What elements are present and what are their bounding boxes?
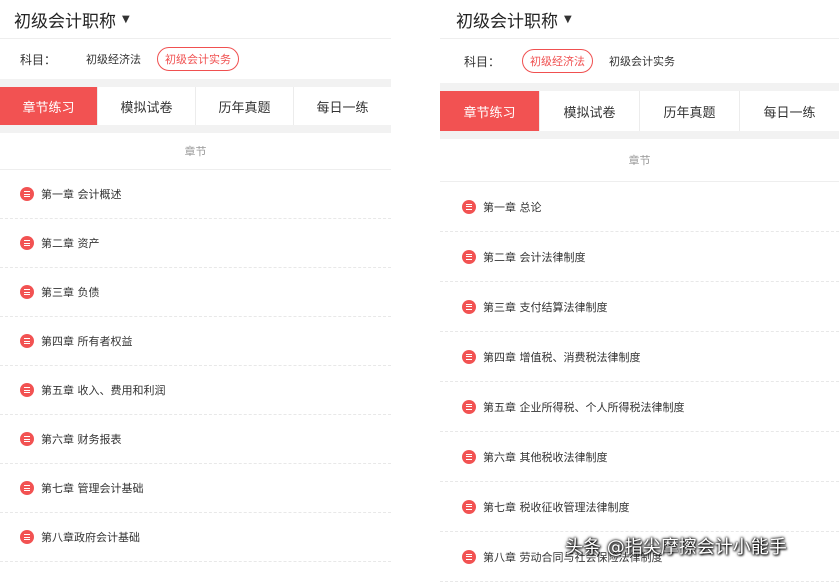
- list-icon: [462, 449, 476, 464]
- chapter-item[interactable]: 第四章 增值税、消费税法律制度: [440, 332, 839, 382]
- list-icon: [462, 499, 476, 514]
- list-icon: [20, 481, 34, 495]
- chapter-item[interactable]: 第三章 支付结算法律制度: [440, 282, 839, 332]
- subject-chip-economic-law[interactable]: 初级经济法: [78, 47, 149, 71]
- chapter-title: 第七章 管理会计基础: [41, 482, 144, 495]
- subject-chip-economic-law[interactable]: 初级经济法: [522, 49, 594, 73]
- subject-label: 科目：: [464, 54, 501, 69]
- caret-down-icon[interactable]: ▼: [122, 14, 130, 25]
- list-icon: [20, 187, 34, 201]
- tab-past-papers[interactable]: 历年真题: [640, 91, 740, 131]
- list-icon: [20, 432, 34, 446]
- chapter-item[interactable]: 第三章 负债: [0, 268, 391, 317]
- app-header: 初级会计职称 ▼: [0, 0, 391, 39]
- list-icon: [20, 334, 34, 348]
- chapter-title: 第一章 会计概述: [41, 188, 122, 201]
- chapter-item[interactable]: 第一章 会计概述: [0, 170, 391, 219]
- subject-chip-accounting-practice[interactable]: 初级会计实务: [601, 49, 683, 73]
- chapter-title: 第四章 增值税、消费税法律制度: [483, 350, 641, 364]
- chapter-title: 第二章 会计法律制度: [483, 250, 586, 264]
- chapter-item[interactable]: 第八章政府会计基础: [0, 513, 391, 562]
- section-header: 章节: [440, 139, 839, 182]
- tab-mock-exam[interactable]: 模拟试卷: [98, 87, 196, 125]
- chapter-item[interactable]: 第五章 收入、费用和利润: [0, 366, 391, 415]
- list-icon: [20, 530, 34, 544]
- chapter-title: 第五章 收入、费用和利润: [41, 384, 166, 397]
- list-icon: [462, 299, 476, 314]
- separator: [0, 125, 391, 133]
- list-icon: [462, 399, 476, 414]
- chapter-item[interactable]: 第七章 管理会计基础: [0, 464, 391, 513]
- chapter-title: 第三章 负债: [41, 286, 100, 299]
- chapter-item[interactable]: 第六章 其他税收法律制度: [440, 432, 839, 482]
- subject-selector: 科目： 初级经济法 初级会计实务: [440, 39, 839, 83]
- separator: [440, 83, 839, 91]
- chapter-item[interactable]: 第二章 会计法律制度: [440, 232, 839, 282]
- tab-past-papers[interactable]: 历年真题: [196, 87, 294, 125]
- subject-label: 科目：: [20, 52, 57, 67]
- exam-title[interactable]: 初级会计职称: [14, 7, 116, 32]
- tab-daily-practice[interactable]: 每日一练: [294, 87, 391, 125]
- separator: [440, 131, 839, 139]
- chapter-list: 第一章 总论 第二章 会计法律制度 第三章 支付结算法律制度 第四章 增值税、消…: [440, 182, 839, 582]
- subject-selector: 科目： 初级经济法 初级会计实务: [0, 39, 391, 79]
- chapter-title: 第二章 资产: [41, 237, 100, 250]
- separator: [0, 79, 391, 87]
- chapter-item[interactable]: 第七章 税收征收管理法律制度: [440, 482, 839, 532]
- right-panel: 初级会计职称 ▼ 科目： 初级经济法 初级会计实务 章节练习 模拟试卷 历年真题…: [440, 0, 839, 582]
- list-icon: [20, 236, 34, 250]
- chapter-item[interactable]: 第五章 企业所得税、个人所得税法律制度: [440, 382, 839, 432]
- chapter-title: 第七章 税收征收管理法律制度: [483, 500, 630, 514]
- app-header: 初级会计职称 ▼: [440, 0, 839, 39]
- chapter-title: 第五章 企业所得税、个人所得税法律制度: [483, 400, 685, 414]
- chapter-title: 第四章 所有者权益: [41, 335, 133, 348]
- tab-chapter-practice[interactable]: 章节练习: [0, 87, 98, 125]
- chapter-item[interactable]: 第六章 财务报表: [0, 415, 391, 464]
- list-icon: [462, 249, 476, 264]
- list-icon: [20, 383, 34, 397]
- tab-daily-practice[interactable]: 每日一练: [740, 91, 839, 131]
- tab-bar: 章节练习 模拟试卷 历年真题 每日一练: [440, 91, 839, 131]
- section-header: 章节: [0, 133, 391, 170]
- chapter-title: 第三章 支付结算法律制度: [483, 300, 608, 314]
- chapter-item[interactable]: 第一章 总论: [440, 182, 839, 232]
- exam-title[interactable]: 初级会计职称: [456, 7, 558, 32]
- watermark: 头条 @指尖摩擦会计小能手: [565, 537, 787, 558]
- chapter-title: 第六章 财务报表: [41, 433, 122, 446]
- chapter-title: 第八章政府会计基础: [41, 531, 140, 544]
- chapter-item[interactable]: 第二章 资产: [0, 219, 391, 268]
- tab-bar: 章节练习 模拟试卷 历年真题 每日一练: [0, 87, 391, 125]
- list-icon: [20, 285, 34, 299]
- list-icon: [462, 199, 476, 214]
- tab-chapter-practice[interactable]: 章节练习: [440, 91, 540, 131]
- subject-chip-accounting-practice[interactable]: 初级会计实务: [157, 47, 240, 71]
- tab-mock-exam[interactable]: 模拟试卷: [540, 91, 640, 131]
- chapter-title: 第六章 其他税收法律制度: [483, 450, 608, 464]
- list-icon: [462, 549, 476, 564]
- left-panel: 初级会计职称 ▼ 科目： 初级经济法 初级会计实务 章节练习 模拟试卷 历年真题…: [0, 0, 391, 574]
- chapter-list: 第一章 会计概述 第二章 资产 第三章 负债 第四章 所有者权益 第五章 收入、…: [0, 170, 391, 562]
- chapter-item[interactable]: 第四章 所有者权益: [0, 317, 391, 366]
- caret-down-icon[interactable]: ▼: [564, 14, 572, 25]
- chapter-title: 第一章 总论: [483, 200, 542, 214]
- list-icon: [462, 349, 476, 364]
